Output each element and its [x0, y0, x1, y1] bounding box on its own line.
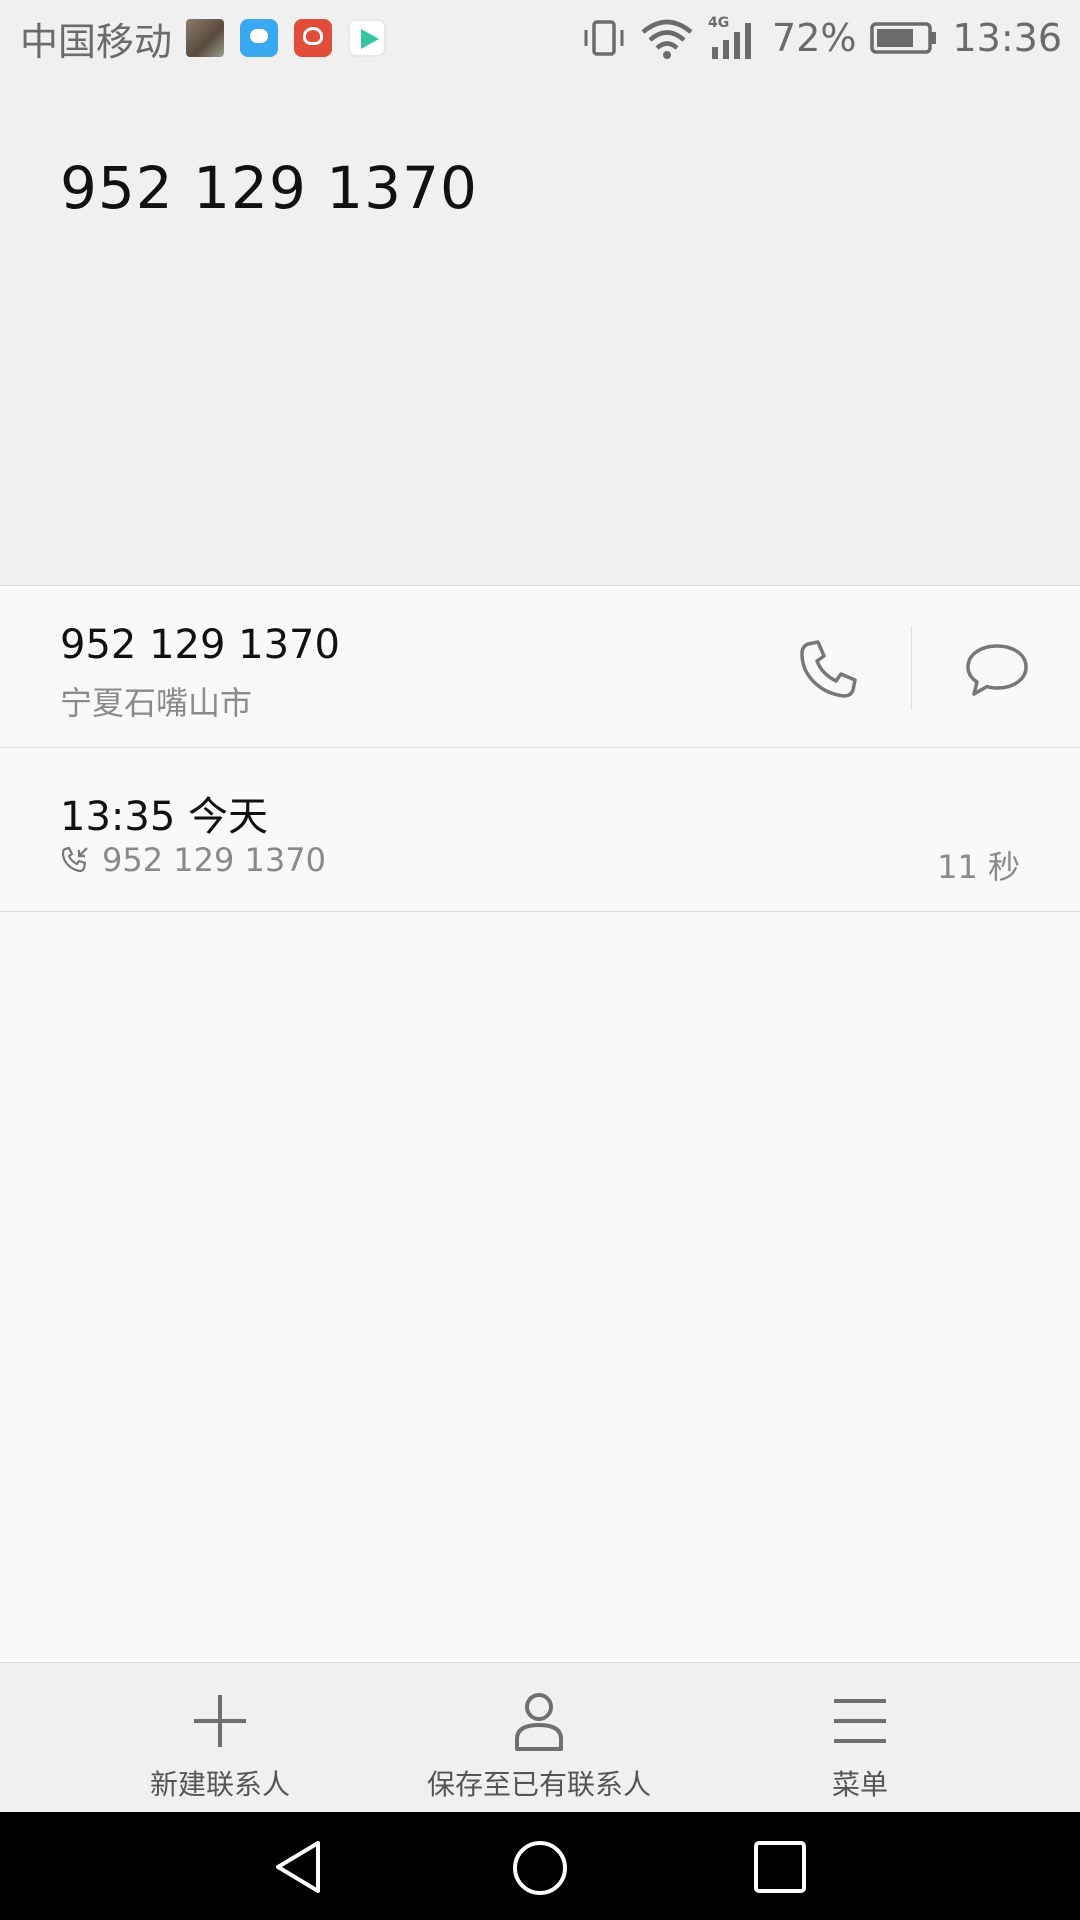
call-log-time: 13:35 今天 — [60, 794, 268, 840]
incoming-call-icon — [61, 846, 88, 873]
back-icon[interactable] — [270, 1839, 326, 1895]
phone-location: 宁夏石嘴山市 — [60, 684, 253, 722]
header-phone-number: 952 129 1370 — [60, 154, 478, 222]
carrier-name: 中国移动 — [20, 19, 173, 64]
network-type-label: 4G — [708, 15, 729, 31]
menu-label: 菜单 — [831, 1768, 888, 1801]
signal-4g-icon: 4G — [708, 15, 752, 59]
battery-percent: 72% — [772, 16, 857, 60]
call-button[interactable] — [790, 630, 868, 708]
jd-notification-icon — [294, 19, 333, 57]
status-clock: 13:36 — [952, 16, 1062, 60]
video-notification-icon — [348, 19, 387, 57]
bottom-action-bar: 新建联系人 保存至已有联系人 菜单 — [0, 1662, 1080, 1813]
status-bar-right: 4G 72% 13:36 — [582, 10, 1062, 66]
new-contact-button[interactable]: 新建联系人 — [40, 1663, 400, 1813]
call-log-number: 952 129 1370 — [102, 841, 326, 879]
status-bar: 中国移动 4G 72% 13:36 — [0, 0, 1080, 76]
person-icon — [515, 1693, 563, 1751]
phone-icon — [800, 640, 857, 698]
battery-icon — [870, 22, 937, 54]
chat-bubble-icon — [966, 644, 1028, 696]
new-contact-label: 新建联系人 — [149, 1768, 290, 1801]
save-to-existing-contact-label: 保存至已有联系人 — [426, 1768, 651, 1801]
status-bar-left: 中国移动 — [20, 12, 402, 64]
menu-button[interactable]: 菜单 — [680, 1663, 1040, 1813]
gallery-notification-icon — [186, 19, 225, 57]
call-log-detail: 952 129 1370 — [60, 840, 326, 880]
message-button[interactable] — [958, 632, 1036, 710]
action-divider — [911, 626, 912, 710]
message-notification-icon — [240, 19, 279, 57]
phone-number-row[interactable]: 952 129 1370 宁夏石嘴山市 — [0, 586, 1080, 748]
vibrate-icon — [584, 20, 624, 56]
navigation-bar — [0, 1812, 1080, 1920]
save-to-existing-contact-button[interactable]: 保存至已有联系人 — [359, 1663, 719, 1813]
call-log-item[interactable]: 13:35 今天 952 129 1370 11 秒 — [0, 748, 1080, 912]
hamburger-menu-icon — [834, 1699, 886, 1743]
contact-header: 952 129 1370 — [0, 76, 1080, 586]
recent-apps-icon[interactable] — [752, 1839, 808, 1895]
wifi-icon — [641, 19, 693, 59]
plus-icon — [194, 1695, 246, 1747]
phone-number: 952 129 1370 — [60, 622, 340, 668]
call-duration: 11 秒 — [937, 848, 1020, 886]
home-icon[interactable] — [511, 1839, 569, 1897]
